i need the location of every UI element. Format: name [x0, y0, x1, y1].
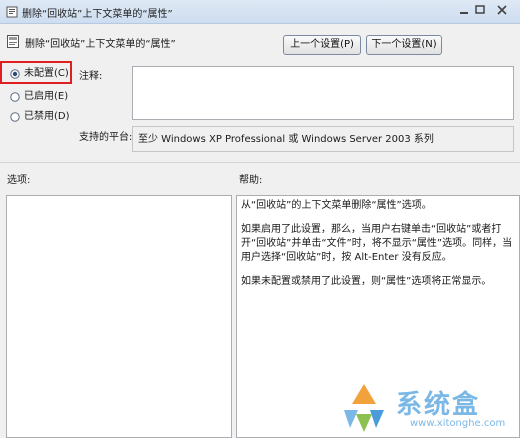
radio-unselected-icon[interactable] — [10, 92, 20, 102]
close-icon[interactable] — [488, 3, 516, 17]
maximize-icon[interactable] — [472, 3, 488, 17]
setting-page-icon — [7, 35, 19, 48]
help-label: 帮助: — [239, 175, 263, 186]
divider — [0, 162, 520, 163]
comment-label: 注释: — [79, 71, 103, 82]
watermark-brand: 系统盒 — [396, 390, 481, 420]
comment-textarea[interactable] — [132, 66, 514, 120]
watermark: 系统盒 www.xitonghe.com — [336, 380, 516, 436]
window-title: 删除“回收站”上下文菜单的“属性” — [22, 9, 173, 20]
platform-label: 支持的平台: — [79, 132, 133, 143]
help-paragraph: 如果未配置或禁用了此设置，则“属性”选项将正常显示。 — [241, 276, 492, 287]
radio-label: 已禁用(D) — [24, 111, 70, 122]
policy-setting-window: 删除“回收站”上下文菜单的“属性” 删除“回收站”上下文菜单的“属性” 上一个设… — [0, 0, 520, 438]
watermark-url: www.xitonghe.com — [410, 418, 506, 429]
options-pane[interactable] — [6, 195, 232, 438]
policy-icon — [6, 6, 18, 18]
minimize-icon[interactable] — [456, 3, 472, 17]
help-paragraph: 如果启用了此设置，那么，当用户右键单击“回收站”或者打开“回收站”并单击“文件”… — [241, 224, 513, 263]
watermark-logo-icon — [344, 384, 384, 432]
supported-platform-field: 至少 Windows XP Professional 或 Windows Ser… — [132, 126, 514, 152]
title-bar[interactable]: 删除“回收站”上下文菜单的“属性” — [0, 0, 520, 24]
options-label: 选项: — [7, 175, 31, 186]
radio-label: 已启用(E) — [24, 91, 69, 102]
help-paragraph: 从“回收站”的上下文菜单删除“属性”选项。 — [241, 200, 432, 211]
next-setting-button[interactable]: 下一个设置(N) — [366, 35, 442, 55]
previous-setting-button[interactable]: 上一个设置(P) — [283, 35, 361, 55]
radio-unselected-icon[interactable] — [10, 112, 20, 122]
setting-name: 删除“回收站”上下文菜单的“属性” — [25, 39, 176, 50]
highlight-annotation-box — [0, 61, 72, 84]
